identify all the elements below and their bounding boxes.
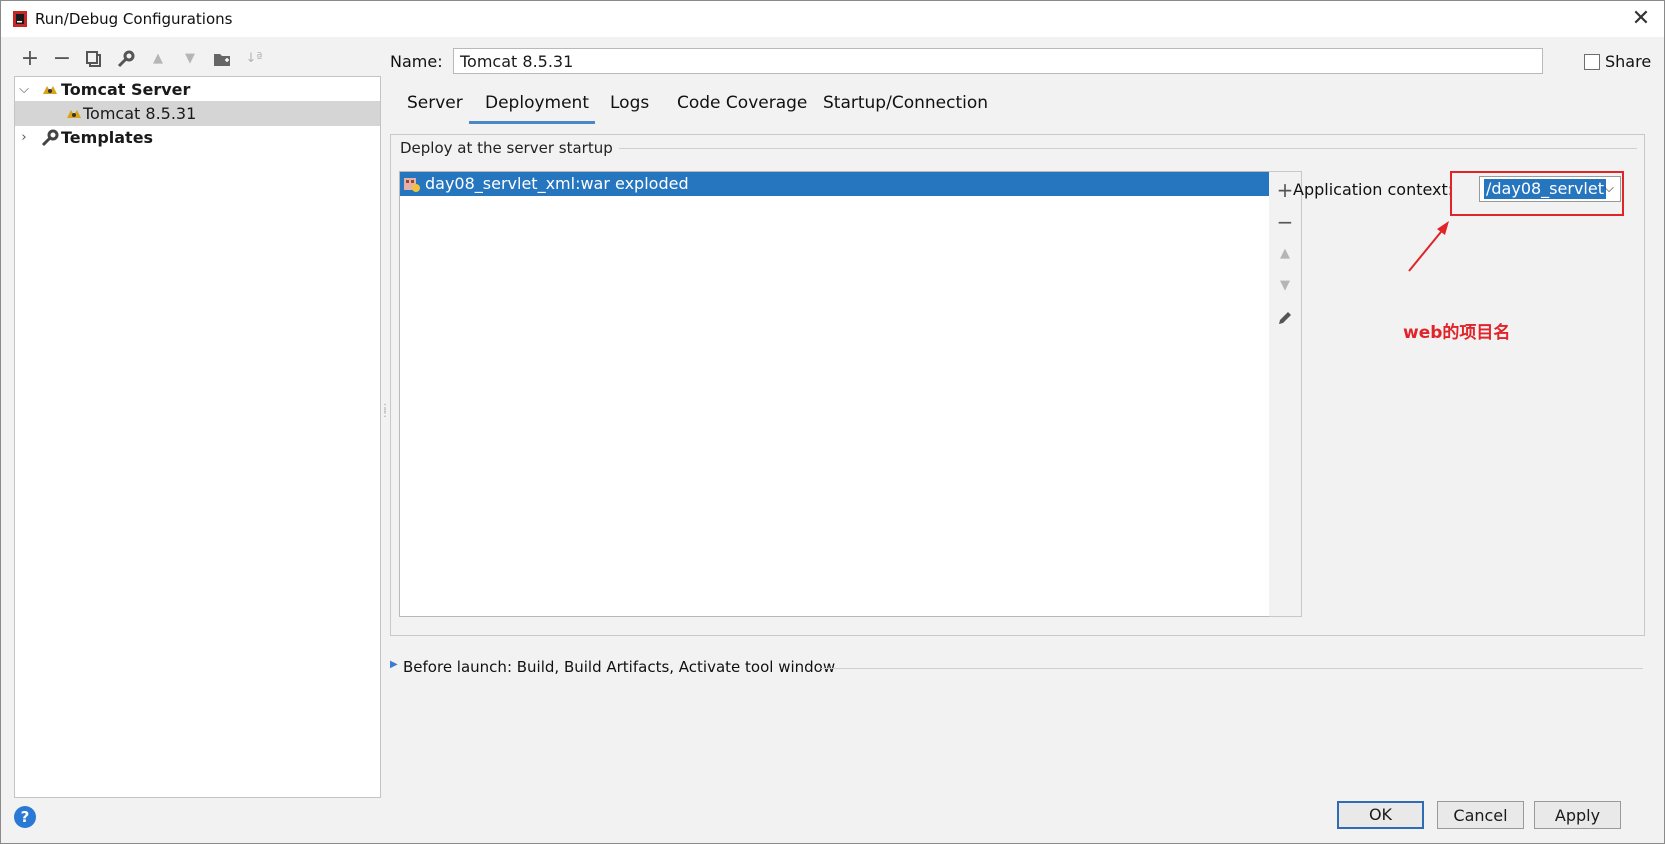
tab-logs[interactable]: Logs (610, 93, 649, 113)
tab-deployment[interactable]: Deployment (485, 93, 589, 113)
tab-code-coverage[interactable]: Code Coverage (677, 93, 807, 113)
app-context-label: Application context: (1293, 180, 1454, 199)
share-label: Share (1605, 52, 1652, 71)
remove-configuration-icon[interactable]: − (51, 48, 73, 70)
chevron-down-icon[interactable]: ⌵ (17, 77, 31, 102)
active-tab-indicator (469, 121, 595, 124)
move-up-icon[interactable]: ▲ (1269, 240, 1301, 268)
expand-triangle-icon[interactable]: ▶ (390, 659, 398, 670)
artifact-icon (403, 172, 421, 200)
tree-label-tomcat-item: Tomcat 8.5.31 (83, 104, 197, 123)
tab-server[interactable]: Server (407, 93, 463, 113)
tree-label-tomcat-server: Tomcat Server (61, 80, 191, 99)
before-launch-label[interactable]: Before launch: Build, Build Artifacts, A… (403, 658, 835, 676)
annotation-highlight-box (1450, 171, 1624, 216)
wrench-icon[interactable] (115, 48, 137, 70)
list-item[interactable]: day08_servlet_xml:war exploded (400, 172, 1270, 196)
intellij-app-icon (13, 11, 27, 27)
apply-button[interactable]: Apply (1534, 801, 1621, 829)
tree-label-templates: Templates (61, 128, 154, 147)
help-icon[interactable]: ? (14, 806, 36, 828)
ok-button[interactable]: OK (1337, 801, 1424, 829)
group-title-divider (607, 148, 1637, 149)
title-bar: Run/Debug Configurations ✕ (1, 1, 1664, 37)
cancel-button[interactable]: Cancel (1437, 801, 1524, 829)
sort-alphabetically-icon[interactable]: ↓ª (243, 48, 265, 70)
tree-group-templates[interactable]: › Templates (15, 125, 380, 150)
name-input[interactable]: Tomcat 8.5.31 (453, 48, 1543, 74)
configurations-tree: ⌵ Tomcat Server Tomcat 8.5.31 › Template… (14, 76, 381, 798)
wrench-icon (41, 125, 59, 154)
artifact-label: day08_servlet_xml:war exploded (425, 174, 689, 193)
close-icon[interactable]: ✕ (1629, 7, 1653, 31)
edit-pencil-icon[interactable] (1269, 304, 1301, 332)
deployment-list[interactable]: day08_servlet_xml:war exploded (399, 171, 1271, 617)
deployment-side-toolbar: + − ▲ ▼ (1269, 171, 1302, 617)
window-title: Run/Debug Configurations (35, 10, 233, 28)
tree-group-tomcat-server[interactable]: ⌵ Tomcat Server (15, 77, 380, 102)
before-launch-divider (821, 668, 1643, 669)
remove-artifact-icon[interactable]: − (1269, 208, 1301, 236)
move-down-icon[interactable]: ▼ (179, 48, 201, 70)
copy-configuration-icon[interactable] (83, 48, 105, 70)
tree-item-tomcat-8-5-31[interactable]: Tomcat 8.5.31 (15, 101, 380, 126)
name-label: Name: (390, 52, 443, 71)
chevron-right-icon[interactable]: › (17, 125, 31, 150)
new-folder-icon[interactable] (211, 48, 233, 70)
move-up-icon[interactable]: ▲ (147, 48, 169, 70)
panel-splitter-handle[interactable]: ⋮ ⋮ (380, 404, 390, 426)
move-down-icon[interactable]: ▼ (1269, 272, 1301, 300)
run-debug-dialog: Run/Debug Configurations ✕ + − ▲ ▼ ↓ª ⌵ … (0, 0, 1665, 844)
share-checkbox[interactable] (1584, 54, 1600, 70)
annotation-text: web的项目名 (1403, 323, 1511, 343)
add-configuration-icon[interactable]: + (19, 48, 41, 70)
deploy-group-title: Deploy at the server startup (400, 139, 619, 157)
tab-startup-connection[interactable]: Startup/Connection (823, 93, 988, 113)
annotation-arrow (1408, 221, 1449, 272)
